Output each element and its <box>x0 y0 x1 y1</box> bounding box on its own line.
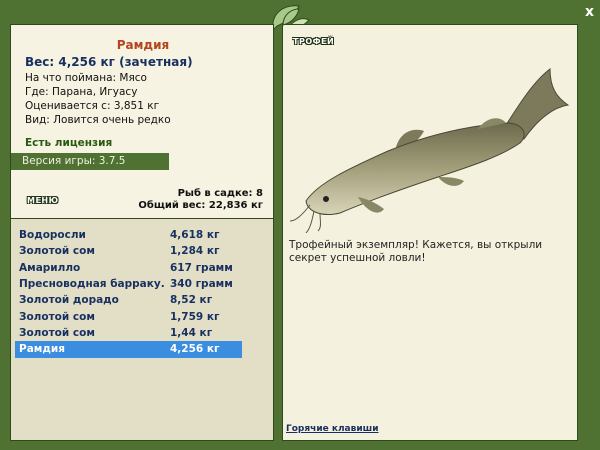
catch-list: Водоросли 4,618 кг Золотой сом 1,284 кг Амар… <box>10 219 274 441</box>
fish-count: Рыб в садке: 8 <box>177 188 263 199</box>
fish-location: Где: Парана, Игуасу <box>25 86 138 98</box>
menu-button[interactable]: МЕНЮ <box>27 196 59 205</box>
leaf-icon <box>282 8 300 26</box>
catch-row[interactable]: Пресноводная барраку... 340 грамм <box>15 276 242 293</box>
hotkeys-link[interactable]: Горячие клавиши <box>286 424 379 434</box>
catch-name: Золотой сом <box>19 326 95 339</box>
total-weight: Общий вес: 22,836 кг <box>138 200 263 211</box>
catch-weight: 8,52 кг <box>170 294 213 307</box>
catch-name: Водоросли <box>19 229 86 241</box>
fish-info-panel: Рамдия Вес: 4,256 кг (зачетная) На что п… <box>10 24 274 219</box>
game-version: Версия игры: 3.7.5 <box>11 153 169 170</box>
catch-row[interactable]: Водоросли 4,618 кг <box>15 227 242 244</box>
catch-row[interactable]: Амарилло 617 грамм <box>15 260 242 277</box>
catch-weight: 1,284 кг <box>170 245 220 258</box>
fish-image <box>289 67 570 233</box>
keepnet-stats: Рыб в садке: 8 Общий вес: 22,836 кг <box>138 188 263 212</box>
catch-name: Рамдия <box>19 343 65 356</box>
fish-rarity: Вид: Ловится очень редко <box>25 114 171 126</box>
catch-weight: 617 грамм <box>170 261 233 274</box>
catch-row[interactable]: Золотой сом 1,284 кг <box>15 243 242 260</box>
catch-weight: 4,618 кг <box>170 229 220 241</box>
fish-value: Оценивается с: 3,851 кг <box>25 100 160 112</box>
catch-weight: 4,256 кг <box>170 343 220 356</box>
catch-row[interactable]: Золотой сом 1,759 кг <box>15 309 242 326</box>
fish-bait: На что поймана: Мясо <box>25 72 147 84</box>
catch-name: Золотой сом <box>19 310 95 323</box>
catch-row[interactable]: Рамдия 4,256 кг <box>15 341 242 359</box>
catch-weight: 340 грамм <box>170 277 233 290</box>
catch-name: Пресноводная барраку... <box>19 277 164 290</box>
catch-weight: 1,44 кг <box>170 326 213 339</box>
game-window: x Рамдия Вес: 4,256 кг (зачетная) На что… <box>0 0 600 450</box>
license-status: Есть лицензия <box>25 137 113 149</box>
catch-name: Золотой дорадо <box>19 294 119 307</box>
catch-name: Золотой сом <box>19 245 95 258</box>
fish-name-title: Рамдия <box>116 38 170 52</box>
fish-weight: Вес: 4,256 кг (зачетная) <box>25 55 193 69</box>
catch-weight: 1,759 кг <box>170 310 220 323</box>
trophy-message: Трофейный экземпляр! Кажется, вы открыли… <box>289 239 543 264</box>
close-button[interactable]: x <box>585 4 594 20</box>
trophy-panel: ТРОФЕЙ Трофейный экземпляр! Кажется, вы … <box>282 8 578 441</box>
catch-row[interactable]: Золотой дорадо 8,52 кг <box>15 292 242 309</box>
catch-row[interactable]: Золотой сом 1,44 кг <box>15 325 242 342</box>
catch-name: Амарилло <box>19 261 81 274</box>
